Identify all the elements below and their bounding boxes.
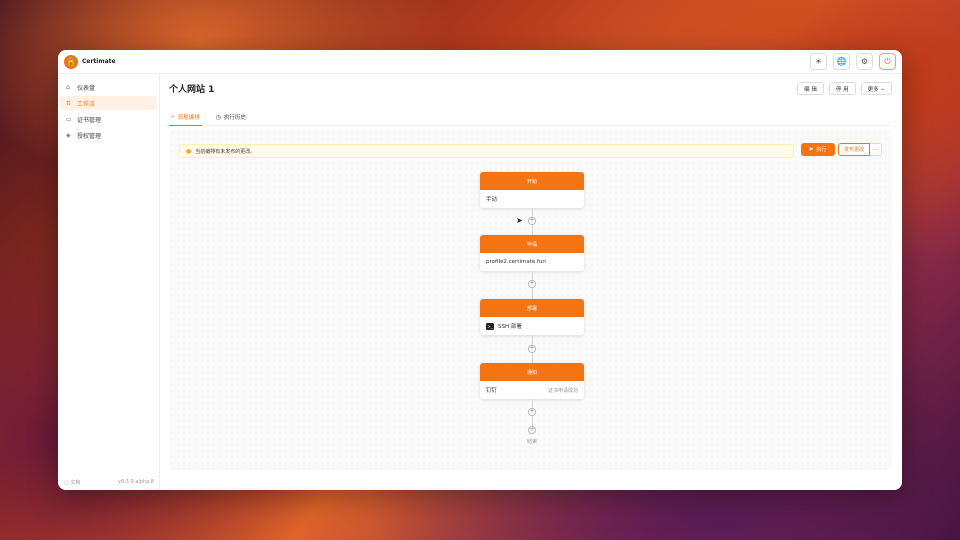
logout-button[interactable]: ⏻ <box>879 53 896 70</box>
node-body-text: 钉钉 <box>486 388 498 394</box>
add-node-button[interactable]: + <box>528 280 536 288</box>
node-body: >_ SSH 部署 <box>480 317 584 335</box>
node-title: 部署 <box>480 299 584 317</box>
header-actions: 编 辑 停 用 更多 ⌄ <box>797 82 892 95</box>
publish-group: 发布更改 ··· <box>838 143 883 156</box>
sidebar: ⌂ 仪表盘 ⇅ 工作流 ▭ 证书管理 ◈ 授权管理 ▢ 文档 v0.3.0-al… <box>58 74 160 490</box>
clock-icon: ◷ <box>215 113 221 121</box>
sidebar-item-dashboard[interactable]: ⌂ 仪表盘 <box>60 80 157 94</box>
sidebar-item-label: 工作流 <box>77 100 96 108</box>
plus-icon: + <box>529 345 535 352</box>
app-window: 🔒 Certimate ☀ 🌐 ⚙ ⏻ ⌂ 仪表盘 ⇅ 工作流 ▭ 证书管理 ◈… <box>58 50 902 490</box>
docs-icon: ▢ <box>64 480 69 486</box>
node-title: 申请 <box>480 235 584 253</box>
certificate-icon: ▭ <box>66 115 72 123</box>
tab-label: 流程编排 <box>177 114 200 121</box>
app-name: Certimate <box>82 58 116 65</box>
settings-button[interactable]: ⚙ <box>856 53 873 70</box>
node-title: 通知 <box>480 363 584 381</box>
title-bar: 🔒 Certimate ☀ 🌐 ⚙ ⏻ <box>58 50 902 74</box>
node-notify[interactable]: 通知 钉钉 证书申请成功 <box>480 363 584 399</box>
ellipsis-icon: ··· <box>873 146 878 153</box>
node-body-text: profile2.certimate.fun <box>486 259 546 265</box>
publish-button[interactable]: 发布更改 <box>838 143 871 156</box>
sidebar-item-label: 证书管理 <box>77 116 102 124</box>
run-label: 执行 <box>816 147 827 153</box>
run-button[interactable]: ▶ 执行 <box>801 143 835 156</box>
workflow-canvas: ● 当前编排有未发布的更改。 ▶ 执行 发布更改 ··· 开始 手动 + 申请 … <box>169 130 892 470</box>
node-deploy[interactable]: 部署 >_ SSH 部署 <box>480 299 584 335</box>
sidebar-item-access[interactable]: ◈ 授权管理 <box>60 128 157 142</box>
plus-icon: + <box>529 408 535 415</box>
mouse-cursor-icon: ➤ <box>516 216 523 225</box>
alert-text: 当前编排有未发布的更改。 <box>195 148 256 155</box>
disable-button[interactable]: 停 用 <box>828 82 856 95</box>
edit-button[interactable]: 编 辑 <box>797 82 824 95</box>
tab-history[interactable]: ◷ 执行历史 <box>214 108 248 126</box>
node-start[interactable]: 开始 手动 <box>480 172 584 208</box>
top-actions: ☀ 🌐 ⚙ ⏻ <box>810 53 896 70</box>
tab-orchestration[interactable]: ⑃ 流程编排 <box>169 108 202 126</box>
flow-icon: ⑃ <box>171 113 175 120</box>
theme-toggle-button[interactable]: ☀ <box>810 53 827 70</box>
gear-icon: ⚙ <box>860 57 869 66</box>
lock-icon: 🔒 <box>64 54 78 69</box>
plus-icon: + <box>529 217 535 224</box>
node-body-text: 手动 <box>486 197 498 203</box>
add-node-button[interactable]: + <box>528 408 536 416</box>
version-label: v0.3.0-alpha.8 <box>117 479 154 485</box>
node-body-text: SSH 部署 <box>498 324 522 330</box>
docs-label: 文档 <box>70 480 81 486</box>
docs-link[interactable]: ▢ 文档 <box>64 479 80 486</box>
add-node-button[interactable]: + <box>528 217 536 225</box>
globe-icon: 🌐 <box>836 57 847 66</box>
sidebar-footer: ▢ 文档 v0.3.0-alpha.8 <box>62 479 156 486</box>
plus-icon: + <box>529 280 535 287</box>
more-label: 更多 <box>867 86 879 93</box>
sidebar-item-certificates[interactable]: ▭ 证书管理 <box>60 112 157 126</box>
add-node-button[interactable]: + <box>528 345 536 353</box>
plus-icon: + <box>529 426 535 433</box>
play-icon: ▶ <box>809 147 814 152</box>
brand[interactable]: 🔒 Certimate <box>64 54 116 69</box>
chevron-down-icon: ⌄ <box>880 85 885 92</box>
node-subtext: 证书申请成功 <box>547 387 578 394</box>
page-title: 个人网站 1 <box>169 85 215 95</box>
workflow-flow: 开始 手动 + 申请 profile2.certimate.fun + 部署 >… <box>480 130 584 470</box>
workflow-icon: ⇅ <box>66 99 72 107</box>
sidebar-item-label: 授权管理 <box>77 132 102 140</box>
node-body: profile2.certimate.fun <box>480 253 584 271</box>
warning-icon: ● <box>186 147 192 155</box>
home-icon: ⌂ <box>66 83 70 91</box>
node-body: 钉钉 证书申请成功 <box>480 381 584 399</box>
terminal-icon: >_ <box>486 322 494 330</box>
node-apply[interactable]: 申请 profile2.certimate.fun <box>480 235 584 271</box>
end-label: 结束 <box>526 439 537 445</box>
sidebar-item-workflow[interactable]: ⇅ 工作流 <box>60 96 157 110</box>
access-icon: ◈ <box>66 131 71 139</box>
end-node-marker: + <box>528 426 536 434</box>
page-header: 个人网站 1 <box>169 82 214 95</box>
language-button[interactable]: 🌐 <box>833 53 850 70</box>
node-body: 手动 <box>480 190 584 208</box>
main-content: 个人网站 1 编 辑 停 用 更多 ⌄ ⑃ 流程编排 ◷ 执行历史 ● 当前编排… <box>161 74 902 490</box>
publish-more-button[interactable]: ··· <box>870 143 883 156</box>
node-title: 开始 <box>480 172 584 190</box>
tab-label: 执行历史 <box>223 115 246 121</box>
sun-icon: ☀ <box>814 57 823 66</box>
sidebar-item-label: 仪表盘 <box>77 84 96 92</box>
more-button[interactable]: 更多 ⌄ <box>860 82 892 95</box>
tabs: ⑃ 流程编排 ◷ 执行历史 <box>169 108 892 126</box>
logout-icon: ⏻ <box>884 56 891 66</box>
